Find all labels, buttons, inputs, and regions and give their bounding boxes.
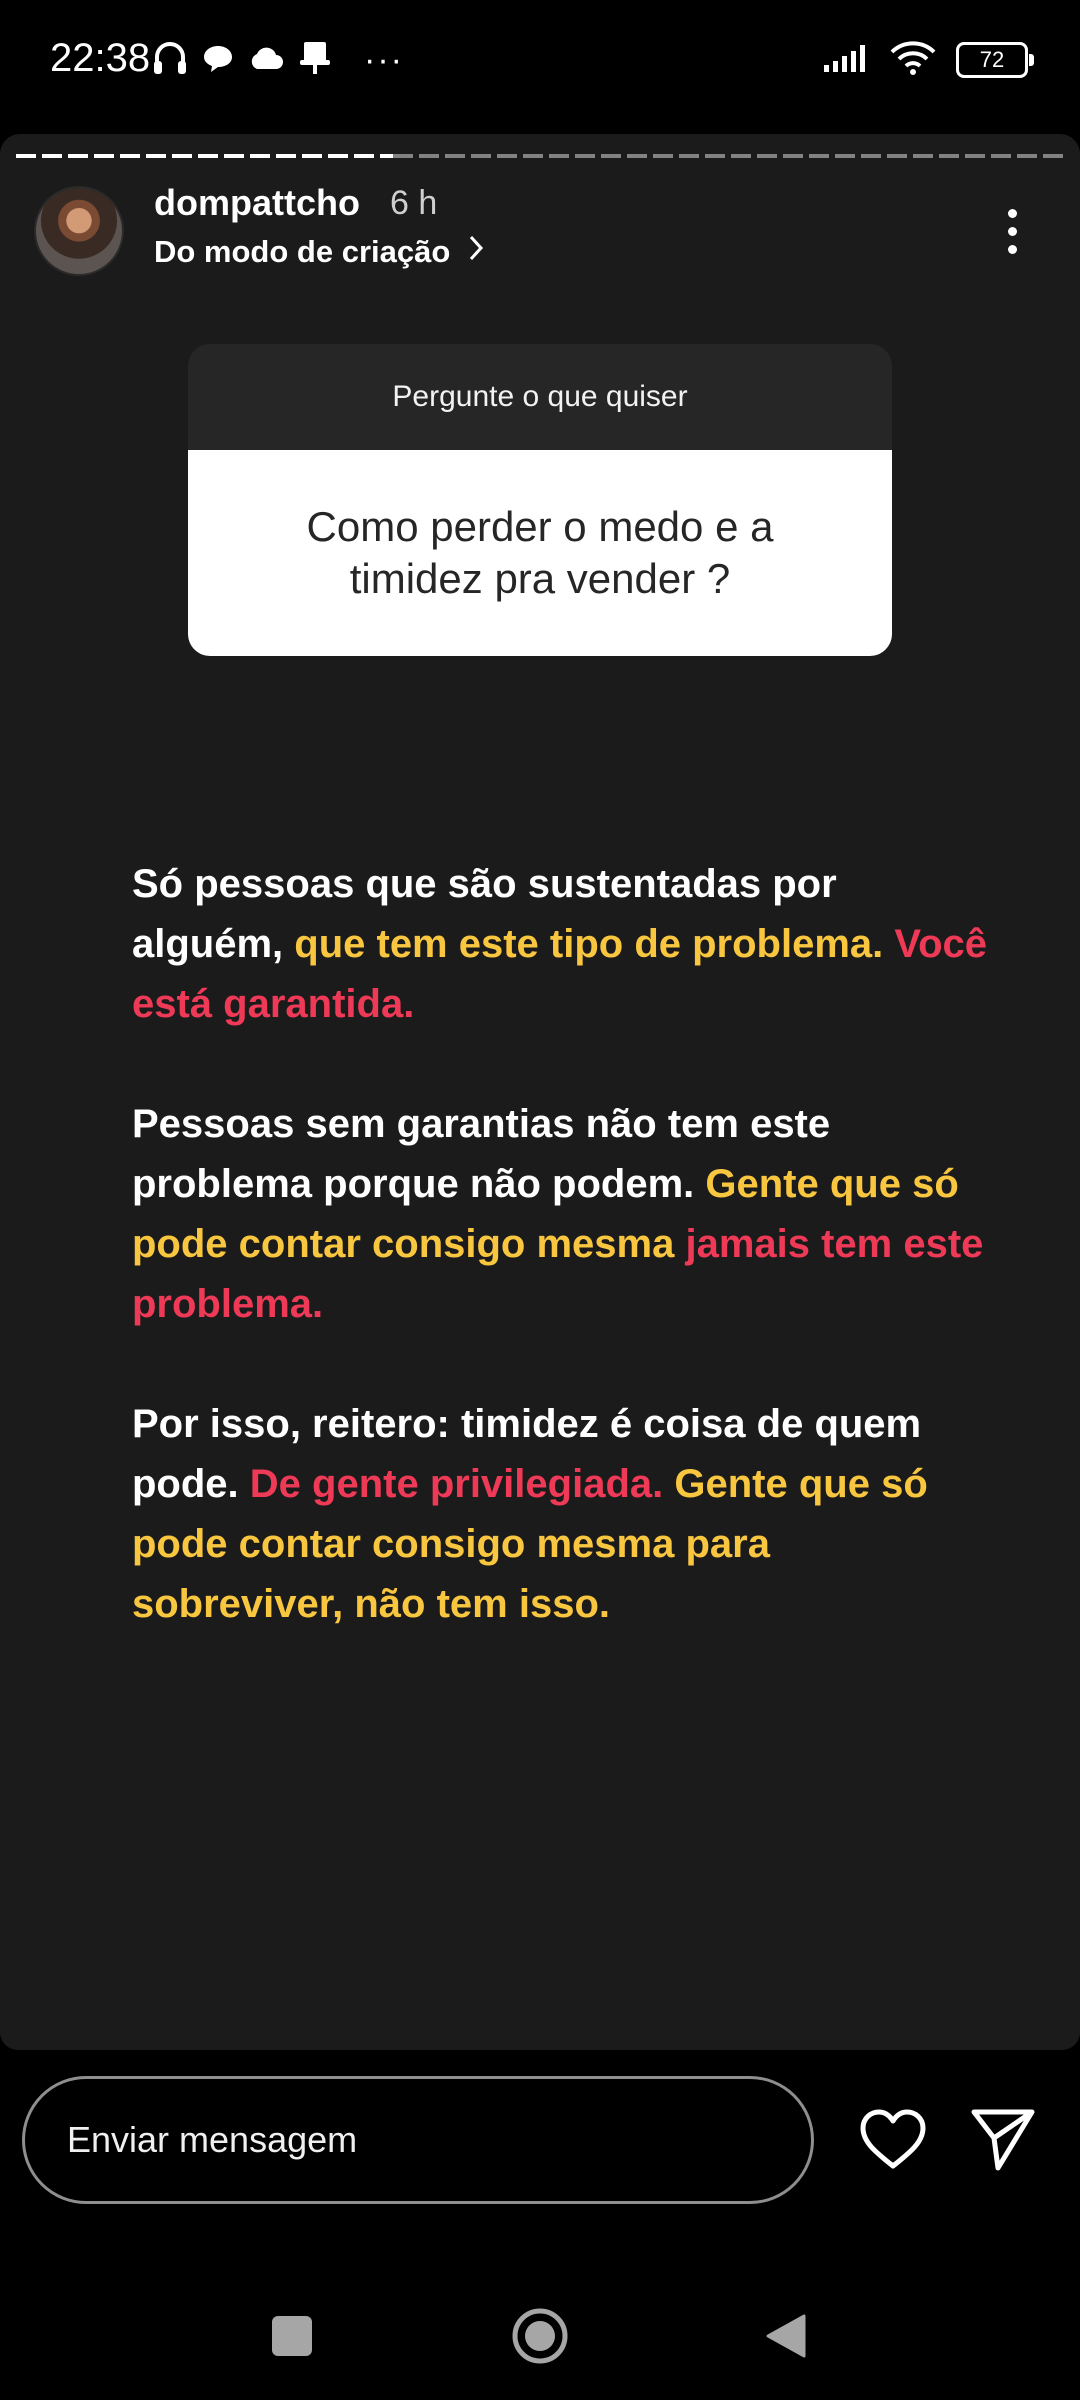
post-time: 6 h	[390, 184, 438, 222]
wifi-icon	[890, 40, 936, 81]
pin-icon	[298, 40, 332, 81]
username[interactable]: dompattcho	[154, 182, 360, 224]
answer-paragraph: Por isso, reitero: timidez é coisa de qu…	[132, 1394, 992, 1634]
answer-paragraph: Só pessoas que são sustentadas por algué…	[132, 854, 992, 1034]
answer-text: Só pessoas que são sustentadas por algué…	[132, 854, 992, 1694]
send-icon[interactable]	[968, 2106, 1038, 2172]
back-icon[interactable]	[764, 2312, 808, 2360]
message-input[interactable]	[22, 2076, 814, 2204]
more-dot	[1007, 226, 1017, 236]
notification-icons: ···	[152, 36, 404, 84]
answer-span-highlight: que tem este tipo de problema.	[294, 922, 884, 966]
story-progress-bar	[16, 154, 1064, 158]
signal-icon	[822, 43, 870, 78]
more-options-button[interactable]	[990, 196, 1034, 266]
creation-mode-link[interactable]: Do modo de criação	[154, 234, 484, 270]
answer-paragraph: Pessoas sem garantias não tem este probl…	[132, 1094, 992, 1334]
status-time: 22:38	[50, 36, 151, 80]
story-view[interactable]: dompattcho 6 h Do modo de criação Pergun…	[0, 134, 1080, 2050]
home-icon[interactable]	[510, 2306, 570, 2366]
battery-icon: 72	[956, 42, 1034, 78]
more-dot	[1007, 244, 1017, 254]
chevron-right-icon	[468, 234, 484, 270]
answer-span	[663, 1462, 674, 1506]
system-icons: 72	[822, 36, 1034, 84]
question-sticker-header: Pergunte o que quiser	[188, 344, 892, 450]
chat-bubble-icon	[202, 42, 234, 79]
question-sticker[interactable]: Pergunte o que quiser Como perder o medo…	[188, 344, 892, 656]
cloud-icon	[248, 45, 284, 76]
recents-icon[interactable]	[272, 2316, 312, 2356]
heart-icon[interactable]	[858, 2108, 928, 2172]
question-sticker-text: Como perder o medo e a timidez pra vende…	[188, 450, 892, 656]
more-notifications-icon: ···	[364, 40, 404, 79]
subtitle-label: Do modo de criação	[154, 234, 451, 269]
answer-span	[674, 1222, 685, 1266]
avatar[interactable]	[34, 186, 124, 276]
answer-span-emphasis: De gente privilegiada.	[249, 1462, 664, 1506]
more-dot	[1007, 208, 1017, 218]
headphones-icon	[152, 39, 188, 82]
answer-span	[883, 922, 894, 966]
progress-viewed	[16, 154, 393, 158]
progress-remaining	[393, 154, 1064, 158]
status-bar: 22:38 ··· 72	[0, 0, 1080, 130]
